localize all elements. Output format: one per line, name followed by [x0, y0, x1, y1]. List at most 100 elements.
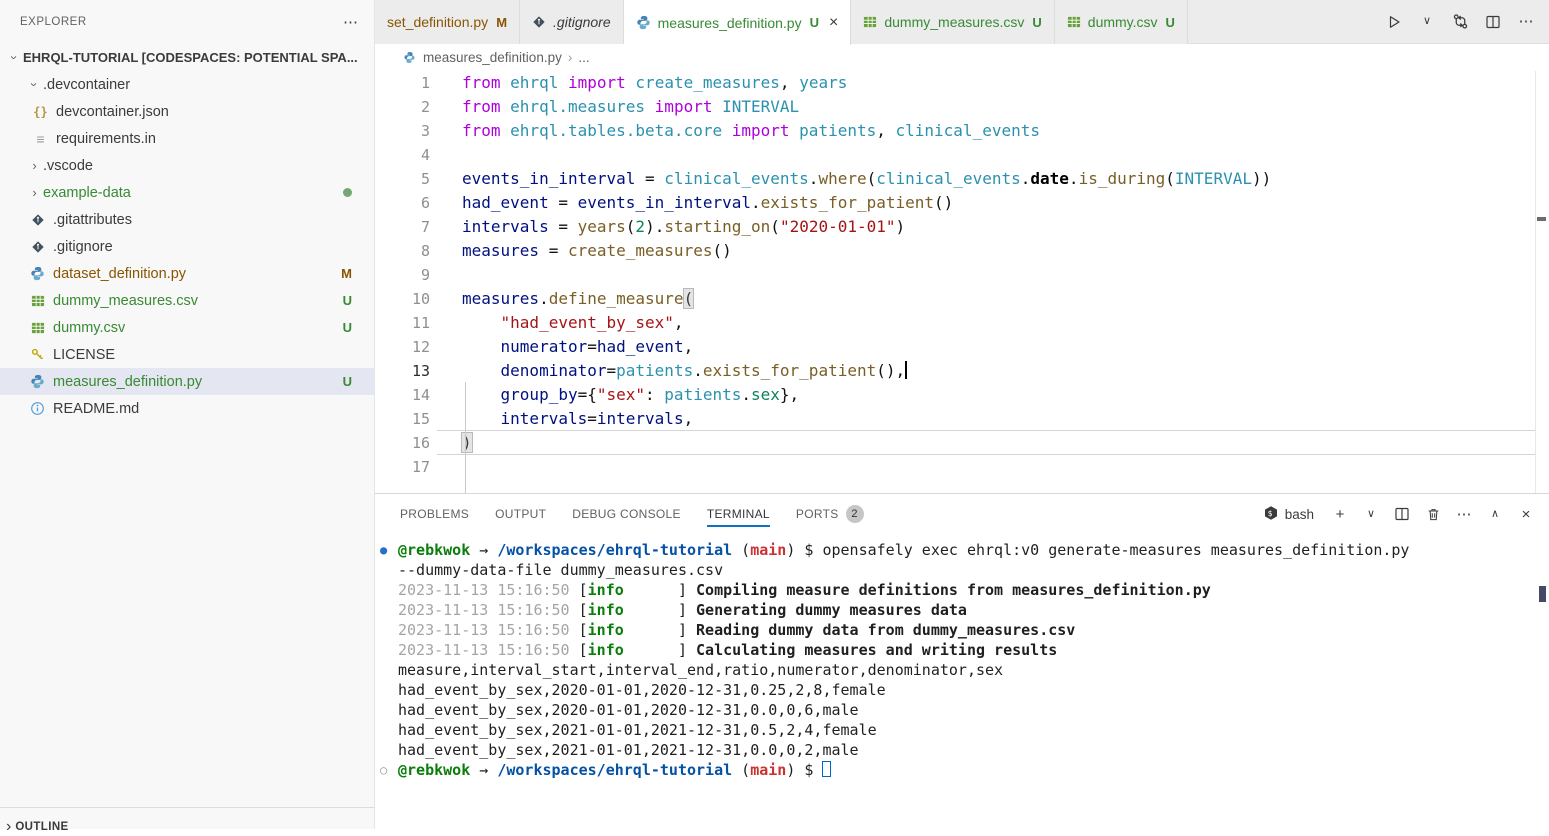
- line-number: 5: [375, 167, 430, 191]
- terminal-line-12: ○@rebkwok → /workspaces/ehrql-tutorial (…: [375, 760, 1549, 780]
- panel-tab-label: PORTS: [796, 507, 839, 521]
- tab-measures-definition-py[interactable]: measures_definition.pyU×: [624, 0, 852, 45]
- sidebar-item-readme-md[interactable]: README.md: [0, 395, 374, 422]
- code-line-3: 3from ehrql.tables.beta.core import pati…: [375, 119, 1549, 143]
- run-button[interactable]: [1385, 14, 1403, 30]
- code-line-12: 12 numerator=had_event,: [375, 335, 1549, 359]
- panel-tab-output[interactable]: OUTPUT: [495, 494, 546, 534]
- sidebar-item-license[interactable]: LICENSE: [0, 341, 374, 368]
- python-icon: [636, 15, 651, 30]
- sidebar-item-ehrql-tutorial-codespaces[interactable]: ›EHRQL-TUTORIAL [CODESPACES: POTENTIAL S…: [0, 44, 374, 71]
- tab-dummy-csv[interactable]: dummy.csvU: [1055, 0, 1188, 44]
- python-icon: [403, 51, 415, 63]
- code-line-14: 14 group_by={"sex": patients.sex},: [375, 383, 1549, 407]
- csv-icon: [28, 294, 47, 308]
- tab-label: measures_definition.py: [658, 15, 802, 31]
- explorer-header: EXPLORER ⋯: [0, 0, 374, 44]
- list-lines-icon: ≡: [31, 131, 50, 147]
- line-number: 3: [375, 119, 430, 143]
- sidebar-item-devcontainer-json[interactable]: {}devcontainer.json: [0, 98, 374, 125]
- kill-terminal-button[interactable]: [1424, 507, 1442, 522]
- panel-tab-terminal[interactable]: TERMINAL: [707, 494, 770, 534]
- line-number: 10: [375, 287, 430, 311]
- terminal-line-7: measure,interval_start,interval_end,rati…: [375, 660, 1549, 680]
- bottom-panel: PROBLEMS OUTPUT DEBUG CONSOLE TERMINAL PORTS…: [375, 493, 1549, 829]
- file-label: dummy.csv: [53, 320, 125, 336]
- command-success-dot: ●: [380, 540, 387, 560]
- file-label: LICENSE: [53, 347, 115, 363]
- line-number: 13: [375, 359, 430, 383]
- sidebar-item-devcontainer[interactable]: ›.devcontainer: [0, 71, 374, 98]
- terminal-profile-dropdown-button[interactable]: ∨: [1362, 509, 1380, 520]
- chevron-right-icon: ›: [6, 818, 11, 836]
- chevron-right-icon[interactable]: ›: [26, 185, 43, 200]
- code-line-8: 8measures = create_measures(): [375, 239, 1549, 263]
- new-terminal-button[interactable]: +: [1331, 507, 1349, 522]
- csv-icon: [863, 15, 877, 29]
- open-changes-button[interactable]: [1451, 13, 1469, 30]
- panel-tab-problems[interactable]: PROBLEMS: [400, 494, 469, 534]
- file-label: .gitignore: [53, 239, 113, 255]
- csv-icon: [28, 321, 47, 335]
- key-icon: [28, 347, 47, 362]
- editor-scrollbar[interactable]: [1535, 71, 1549, 493]
- more-editor-actions-button[interactable]: ⋯: [1517, 14, 1535, 29]
- terminal-line-5: 2023-11-13 15:16:50 [info ] Reading dumm…: [375, 620, 1549, 640]
- chevron-right-icon[interactable]: ›: [26, 158, 43, 173]
- git-icon: [28, 240, 47, 254]
- code-line-11: 11 "had_event_by_sex",: [375, 311, 1549, 335]
- terminal-line-3: 2023-11-13 15:16:50 [info ] Compiling me…: [375, 580, 1549, 600]
- code-line-10: 10measures.define_measure(: [375, 287, 1549, 311]
- maximize-panel-button[interactable]: ∧: [1486, 509, 1504, 520]
- tab-set-definition-py[interactable]: set_definition.pyM: [375, 0, 520, 44]
- split-editor-button[interactable]: [1484, 14, 1502, 30]
- sidebar-item-dummy-measures-csv[interactable]: dummy_measures.csv U: [0, 287, 374, 314]
- breadcrumb-file[interactable]: measures_definition.py: [423, 50, 562, 65]
- sidebar-item-example-data[interactable]: ›example-data: [0, 179, 374, 206]
- sidebar-item-dataset-definition-py[interactable]: dataset_definition.pyM: [0, 260, 374, 287]
- close-tab-icon[interactable]: ×: [829, 14, 838, 32]
- code-editor[interactable]: 1from ehrql import create_measures, year…: [375, 71, 1549, 493]
- terminal-line-2: --dummy-data-file dummy_measures.csv: [375, 560, 1549, 580]
- ports-count-badge: 2: [846, 505, 864, 523]
- svg-text:$: $: [1267, 509, 1272, 518]
- line-number: 11: [375, 311, 430, 335]
- sidebar-item-gitignore[interactable]: .gitignore: [0, 233, 374, 260]
- more-terminal-actions-button[interactable]: ⋯: [1455, 507, 1473, 522]
- terminal-line-4: 2023-11-13 15:16:50 [info ] Generating d…: [375, 600, 1549, 620]
- run-dropdown-button[interactable]: ∨: [1418, 16, 1436, 27]
- text-cursor: [905, 361, 907, 379]
- terminal-scrollbar-thumb[interactable]: [1539, 586, 1546, 602]
- explorer-more-actions-icon[interactable]: ⋯: [343, 15, 358, 30]
- sidebar-item-requirements-in[interactable]: ≡requirements.in: [0, 125, 374, 152]
- terminal[interactable]: ●@rebkwok → /workspaces/ehrql-tutorial (…: [375, 534, 1549, 829]
- tab-dummy-measures-csv[interactable]: dummy_measures.csvU: [851, 0, 1054, 44]
- sidebar-item-gitattributes[interactable]: .gitattributes: [0, 206, 374, 233]
- code-line-16: 16): [375, 431, 1549, 455]
- split-terminal-button[interactable]: [1393, 506, 1411, 522]
- outline-section[interactable]: › OUTLINE: [0, 807, 374, 836]
- panel-tab-label: OUTPUT: [495, 507, 546, 521]
- chevron-down-icon[interactable]: ›: [7, 49, 22, 66]
- file-label: dummy_measures.csv: [53, 293, 198, 309]
- code-line-1: 1from ehrql import create_measures, year…: [375, 71, 1549, 95]
- tab-gitignore[interactable]: .gitignore: [520, 0, 624, 44]
- git-status-badge: U: [343, 293, 352, 308]
- bash-icon: $: [1263, 509, 1279, 524]
- python-icon: [28, 374, 47, 389]
- line-number: 1: [375, 71, 430, 95]
- breadcrumb-symbol[interactable]: ...: [578, 50, 589, 65]
- chevron-down-icon[interactable]: ›: [27, 76, 42, 93]
- breadcrumb[interactable]: measures_definition.py › ...: [375, 44, 1549, 71]
- close-panel-button[interactable]: ×: [1517, 507, 1535, 522]
- sidebar-item-measures-definition-py[interactable]: measures_definition.pyU: [0, 368, 374, 395]
- panel-tab-debug-console[interactable]: DEBUG CONSOLE: [572, 494, 681, 534]
- tab-bar: set_definition.pyM.gitignoremeasures_def…: [375, 0, 1549, 44]
- sidebar-item-vscode[interactable]: ›.vscode: [0, 152, 374, 179]
- python-icon: [28, 266, 47, 281]
- panel-tab-ports[interactable]: PORTS 2: [796, 494, 864, 534]
- shell-label[interactable]: $ bash: [1263, 505, 1314, 524]
- sidebar-item-dummy-csv[interactable]: dummy.csvU: [0, 314, 374, 341]
- editor-group: set_definition.pyM.gitignoremeasures_def…: [375, 0, 1549, 493]
- tab-dirty-badge: U: [1166, 15, 1175, 30]
